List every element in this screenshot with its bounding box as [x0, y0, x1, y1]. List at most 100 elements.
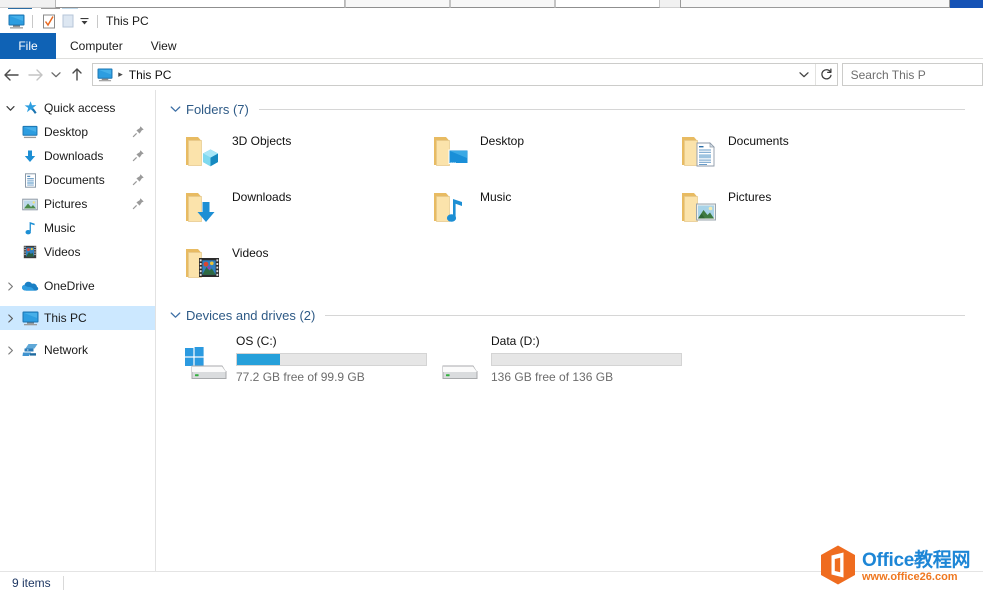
sidebar-item-videos[interactable]: Videos	[0, 240, 155, 264]
drive-capacity-fill	[237, 354, 281, 365]
drive-name: OS (C:)	[236, 334, 277, 348]
tab-computer[interactable]: Computer	[56, 33, 137, 59]
previous-locations-chevron-down-icon[interactable]	[794, 64, 815, 85]
folder-3d-objects-icon	[178, 126, 232, 178]
folder-tile[interactable]: Music	[426, 180, 674, 236]
address-bar-row: ▸ This PC Search This P	[0, 59, 983, 90]
drive-name: Data (D:)	[491, 334, 540, 348]
sidebar-item-documents[interactable]: Documents	[0, 168, 155, 192]
chevron-down-icon[interactable]	[170, 311, 181, 319]
sidebar-item-onedrive[interactable]: OneDrive	[0, 274, 155, 298]
sidebar-item-music[interactable]: Music	[0, 216, 155, 240]
sidebar-item-this-pc[interactable]: This PC	[0, 306, 155, 330]
desktop-icon	[20, 120, 40, 144]
folder-tile[interactable]: Downloads	[178, 180, 426, 236]
sidebar-label: OneDrive	[44, 279, 95, 293]
toolbar-separator	[97, 14, 98, 28]
folder-label: Pictures	[728, 190, 772, 204]
recent-locations-button[interactable]	[47, 62, 65, 88]
forward-button[interactable]	[23, 62, 46, 88]
sidebar-label: This PC	[44, 311, 87, 325]
ribbon-tab-bar: File Computer View	[0, 33, 983, 59]
sidebar-item-desktop[interactable]: Desktop	[0, 120, 155, 144]
folder-label: Videos	[232, 246, 269, 260]
sidebar-item-network[interactable]: Network	[0, 338, 155, 362]
this-pc-icon[interactable]	[7, 12, 26, 31]
drive-capacity-bar	[236, 353, 427, 366]
star-pin-icon	[20, 96, 40, 120]
folder-tile[interactable]: Documents	[674, 124, 922, 180]
folder-label: Documents	[728, 134, 789, 148]
title-bar: This PC	[0, 9, 983, 33]
network-icon	[20, 338, 40, 362]
this-pc-icon	[20, 306, 40, 330]
pin-icon[interactable]	[132, 149, 145, 162]
breadcrumb-current[interactable]: This PC	[129, 68, 172, 82]
background-tab	[345, 0, 450, 8]
group-header-devices[interactable]: Devices and drives (2)	[166, 304, 983, 326]
folder-downloads-icon	[178, 182, 232, 234]
pin-icon[interactable]	[132, 197, 145, 210]
chevron-down-icon[interactable]	[0, 96, 20, 120]
group-header-folders[interactable]: Folders (7)	[166, 98, 983, 120]
drive-capacity-bar	[491, 353, 682, 366]
back-button[interactable]	[0, 62, 23, 88]
pin-icon[interactable]	[132, 173, 145, 186]
chevron-right-icon[interactable]	[0, 306, 20, 330]
sidebar-item-pictures[interactable]: Pictures	[0, 192, 155, 216]
properties-icon[interactable]	[39, 12, 58, 31]
new-folder-icon[interactable]	[58, 12, 77, 31]
folder-tile[interactable]: 3D Objects	[178, 124, 426, 180]
drive-tile[interactable]: OS (C:) 77.2 GB free of 99.9 GB	[178, 332, 433, 394]
file-explorer-window: This PC File Computer View ▸ This PC Sea…	[0, 0, 983, 594]
sidebar-item-downloads[interactable]: Downloads	[0, 144, 155, 168]
drives-grid: OS (C:) 77.2 GB free of 99.9 GB Data (D:…	[166, 332, 983, 394]
pin-icon[interactable]	[132, 125, 145, 138]
background-tab	[555, 0, 660, 8]
drive-info: OS (C:) 77.2 GB free of 99.9 GB	[236, 332, 427, 384]
chevron-right-icon[interactable]	[0, 338, 20, 362]
pictures-icon	[20, 192, 40, 216]
customize-qat-caret-icon[interactable]	[77, 12, 91, 31]
address-bar[interactable]: ▸ This PC	[92, 63, 838, 86]
tab-file[interactable]: File	[0, 33, 56, 59]
search-placeholder: Search This P	[850, 67, 926, 82]
windows-drive-icon	[178, 332, 236, 388]
folder-videos-icon	[178, 238, 232, 290]
window-title: This PC	[106, 14, 149, 28]
drive-tile[interactable]: Data (D:) 136 GB free of 136 GB	[433, 332, 688, 394]
search-box[interactable]: Search This P	[841, 63, 983, 86]
chevron-down-icon[interactable]	[170, 105, 181, 113]
status-separator	[62, 576, 64, 590]
item-count: 9 items	[12, 576, 51, 590]
folder-tile[interactable]: Videos	[178, 236, 426, 292]
chevron-right-icon[interactable]	[0, 274, 20, 298]
group-title: Devices and drives (2)	[186, 307, 316, 323]
tab-view[interactable]: View	[137, 33, 191, 59]
sidebar-item-quick-access[interactable]: Quick access	[0, 96, 155, 120]
drive-free-space: 77.2 GB free of 99.9 GB	[236, 370, 365, 384]
folder-pictures-icon	[674, 182, 728, 234]
drive-info: Data (D:) 136 GB free of 136 GB	[491, 332, 682, 384]
background-window-edge	[680, 0, 950, 8]
explorer-body: Quick access Desktop Downloads Documents…	[0, 90, 983, 571]
folder-music-icon	[426, 182, 480, 234]
folder-documents-icon	[674, 126, 728, 178]
background-blue-strip	[950, 0, 983, 8]
folders-grid: 3D Objects Desktop Documents Downloads M…	[166, 124, 983, 292]
group-divider	[258, 108, 965, 110]
refresh-icon[interactable]	[814, 64, 837, 85]
onedrive-cloud-icon	[20, 274, 40, 298]
downloads-icon	[20, 144, 40, 168]
background-window-strip	[0, 0, 983, 8]
sidebar-label: Quick access	[44, 101, 116, 115]
up-button[interactable]	[65, 62, 88, 88]
sidebar-label: Pictures	[44, 197, 88, 211]
folder-label: 3D Objects	[232, 134, 292, 148]
folder-tile[interactable]: Desktop	[426, 124, 674, 180]
background-tab-group	[55, 0, 345, 8]
folder-tile[interactable]: Pictures	[674, 180, 922, 236]
sidebar-label: Music	[44, 221, 76, 235]
